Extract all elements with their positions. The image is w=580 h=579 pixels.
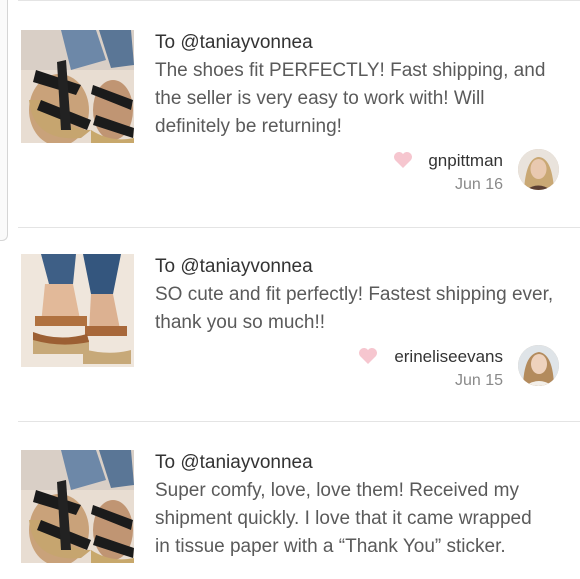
listing-thumbnail[interactable] [21, 30, 134, 143]
review-text: The shoes fit PERFECTLY! Fast shipping, … [155, 60, 546, 137]
review-item: To @taniayvonnea SO cute and fit perfect… [0, 228, 580, 421]
review-recipient[interactable]: To @taniayvonnea [155, 32, 313, 54]
review-text: SO cute and fit perfectly! Fastest shipp… [155, 284, 554, 333]
heart-icon[interactable] [393, 151, 413, 169]
review-item: To @taniayvonnea Super comfy, love, love… [0, 422, 580, 579]
reviewer-username[interactable]: erineliseevans [394, 347, 503, 367]
reviewer-username[interactable]: gnpittman [428, 151, 503, 171]
reviewer-avatar[interactable] [518, 149, 559, 190]
review-recipient[interactable]: To @taniayvonnea [155, 452, 313, 474]
review-item: To @taniayvonnea The shoes fit PERFECTLY… [0, 0, 580, 227]
black-sandal-image [21, 450, 134, 563]
listing-thumbnail[interactable] [21, 254, 134, 367]
review-date: Jun 16 [454, 176, 503, 193]
review-recipient[interactable]: To @taniayvonnea [155, 256, 313, 278]
review-date: Jun 15 [454, 372, 503, 389]
tan-sandal-image [21, 254, 134, 367]
review-text: Super comfy, love, love them! Received m… [155, 480, 532, 557]
listing-thumbnail[interactable] [21, 450, 134, 563]
heart-icon[interactable] [358, 347, 378, 365]
reviewer-avatar[interactable] [518, 345, 559, 386]
black-sandal-image [21, 30, 134, 143]
